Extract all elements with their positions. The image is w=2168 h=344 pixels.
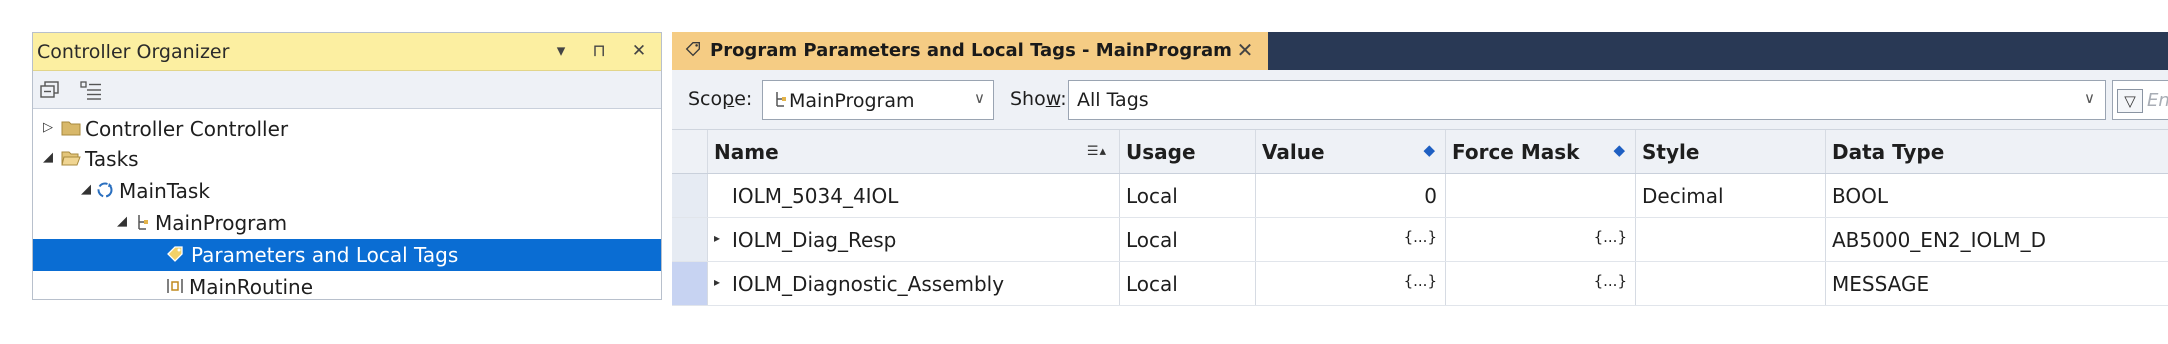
tab-label: Program Parameters and Local Tags - Main… [710,40,1232,61]
cell-usage[interactable]: Local [1120,262,1256,305]
organizer-tree: ▷ Controller Controller ◢ Tasks ◢ MainTa… [33,113,661,299]
tree-item-tasks[interactable]: ◢ Tasks [33,143,661,175]
tree-expander[interactable]: ▷ [41,120,55,135]
pin-icon[interactable]: ⊓ [587,39,611,63]
program-icon [776,92,786,107]
document-tab-strip: Program Parameters and Local Tags - Main… [672,32,2168,70]
tab-program-parameters[interactable]: Program Parameters and Local Tags - Main… [672,32,1268,70]
organizer-title-bar: Controller Organizer ▾ ⊓ ✕ [33,33,661,71]
tree-item-controller[interactable]: ▷ Controller Controller [33,113,661,145]
cell-name[interactable]: ▸ IOLM_Diagnostic_Assembly [708,262,1120,305]
tree-expander[interactable]: ◢ [79,182,93,197]
scope-label: Scope: [688,88,753,110]
tree-expander[interactable]: ◢ [115,214,129,229]
tree-item-label: MainTask [119,179,210,203]
cell-value[interactable]: 0 [1256,174,1446,217]
folder-icon [61,121,81,136]
tag-icon [685,42,700,57]
tree-expander[interactable]: ◢ [41,150,55,165]
diamond-marker-icon: ◆ [1423,141,1435,159]
cell-style[interactable] [1636,262,1826,305]
tag-editor: Scope: MainProgram ∨ Show: All Tags ∨ ▽ … [672,70,2168,306]
grid-header-row: Name ☰▴ Usage Value ◆ Force Mask ◆ Style [672,130,2168,174]
close-pane-icon[interactable]: ✕ [627,39,651,63]
cell-style[interactable] [1636,218,1826,261]
scope-dropdown[interactable]: MainProgram ∨ [762,80,994,120]
table-row[interactable]: IOLM_5034_4IOL Local 0 Decimal BOOL [672,174,2168,218]
tree-item-parameters-and-local-tags[interactable]: Parameters and Local Tags [33,239,661,271]
cell-name[interactable]: IOLM_5034_4IOL [708,174,1120,217]
cell-data-type[interactable]: BOOL [1826,174,2168,217]
table-row[interactable]: ▸ IOLM_Diag_Resp Local {...} {...} AB500… [672,218,2168,262]
program-icon [138,215,148,230]
tree-item-mainroutine[interactable]: MainRoutine [33,271,661,299]
pane-menu-icon[interactable]: ▾ [549,39,573,63]
column-header-force-mask[interactable]: Force Mask ◆ [1446,130,1636,173]
cell-force-mask[interactable] [1446,174,1636,217]
tag-icon [167,246,183,262]
cell-value[interactable]: {...} [1256,218,1446,261]
row-expander-icon[interactable]: ▸ [714,275,720,289]
row-selector[interactable] [672,218,708,261]
tree-item-maintask[interactable]: ◢ MainTask [33,175,661,207]
cell-force-mask[interactable]: {...} [1446,262,1636,305]
tag-grid: Name ☰▴ Usage Value ◆ Force Mask ◆ Style [672,130,2168,306]
column-header-data-type[interactable]: Data Type [1826,130,2168,173]
row-expander-icon[interactable]: ▸ [714,231,720,245]
cell-usage[interactable]: Local [1120,218,1256,261]
controller-organizer-pane: Controller Organizer ▾ ⊓ ✕ ▷ Controller … [32,32,662,300]
column-header-value[interactable]: Value ◆ [1256,130,1446,173]
row-selector-header [672,130,708,173]
scope-value: MainProgram [789,90,915,112]
show-dropdown[interactable]: All Tags ∨ [1068,80,2106,120]
filter-icon[interactable]: ▽ [2117,89,2143,113]
tree-item-label: Parameters and Local Tags [191,243,459,267]
tree-item-label: Controller Controller [85,117,289,141]
organizer-title: Controller Organizer [37,41,230,63]
open-folder-icon [61,151,81,166]
cell-usage[interactable]: Local [1120,174,1256,217]
diamond-marker-icon: ◆ [1613,141,1625,159]
collapse-all-icon[interactable] [39,79,63,101]
tree-item-label: MainRoutine [189,275,314,299]
studio-window: Controller Organizer ▾ ⊓ ✕ ▷ Controller … [0,0,2168,344]
show-label: Show: [1010,88,1067,110]
cell-force-mask[interactable]: {...} [1446,218,1636,261]
table-row[interactable]: ▸ IOLM_Diagnostic_Assembly Local {...} {… [672,262,2168,306]
close-tab-icon[interactable]: ✕ [1232,37,1258,63]
expand-all-icon[interactable] [79,79,103,101]
tree-item-label: Tasks [85,147,139,171]
row-selector[interactable] [672,262,708,305]
tree-item-label: MainProgram [155,211,288,235]
name-filter-placeholder: Enter Name Filter... [2147,90,2168,111]
ladder-routine-icon [167,279,183,293]
task-cycle-icon [97,182,113,198]
chevron-down-icon[interactable]: ∨ [974,89,985,107]
show-value: All Tags [1077,89,1149,111]
column-header-usage[interactable]: Usage [1120,130,1256,173]
column-header-style[interactable]: Style [1636,130,1826,173]
cell-value[interactable]: {...} [1256,262,1446,305]
column-header-name[interactable]: Name ☰▴ [708,130,1120,173]
cell-name[interactable]: ▸ IOLM_Diag_Resp [708,218,1120,261]
row-selector[interactable] [672,174,708,217]
filter-bar: Scope: MainProgram ∨ Show: All Tags ∨ ▽ … [672,70,2168,130]
sort-ascending-icon[interactable]: ☰▴ [1087,144,1107,159]
cell-style[interactable]: Decimal [1636,174,1826,217]
tree-item-mainprogram[interactable]: ◢ MainProgram [33,207,661,239]
chevron-down-icon[interactable]: ∨ [2084,89,2095,107]
cell-data-type[interactable]: MESSAGE [1826,262,2168,305]
organizer-toolbar [33,71,661,109]
cell-data-type[interactable]: AB5000_EN2_IOLM_D [1826,218,2168,261]
name-filter-input[interactable]: ▽ Enter Name Filter... [2112,80,2168,120]
